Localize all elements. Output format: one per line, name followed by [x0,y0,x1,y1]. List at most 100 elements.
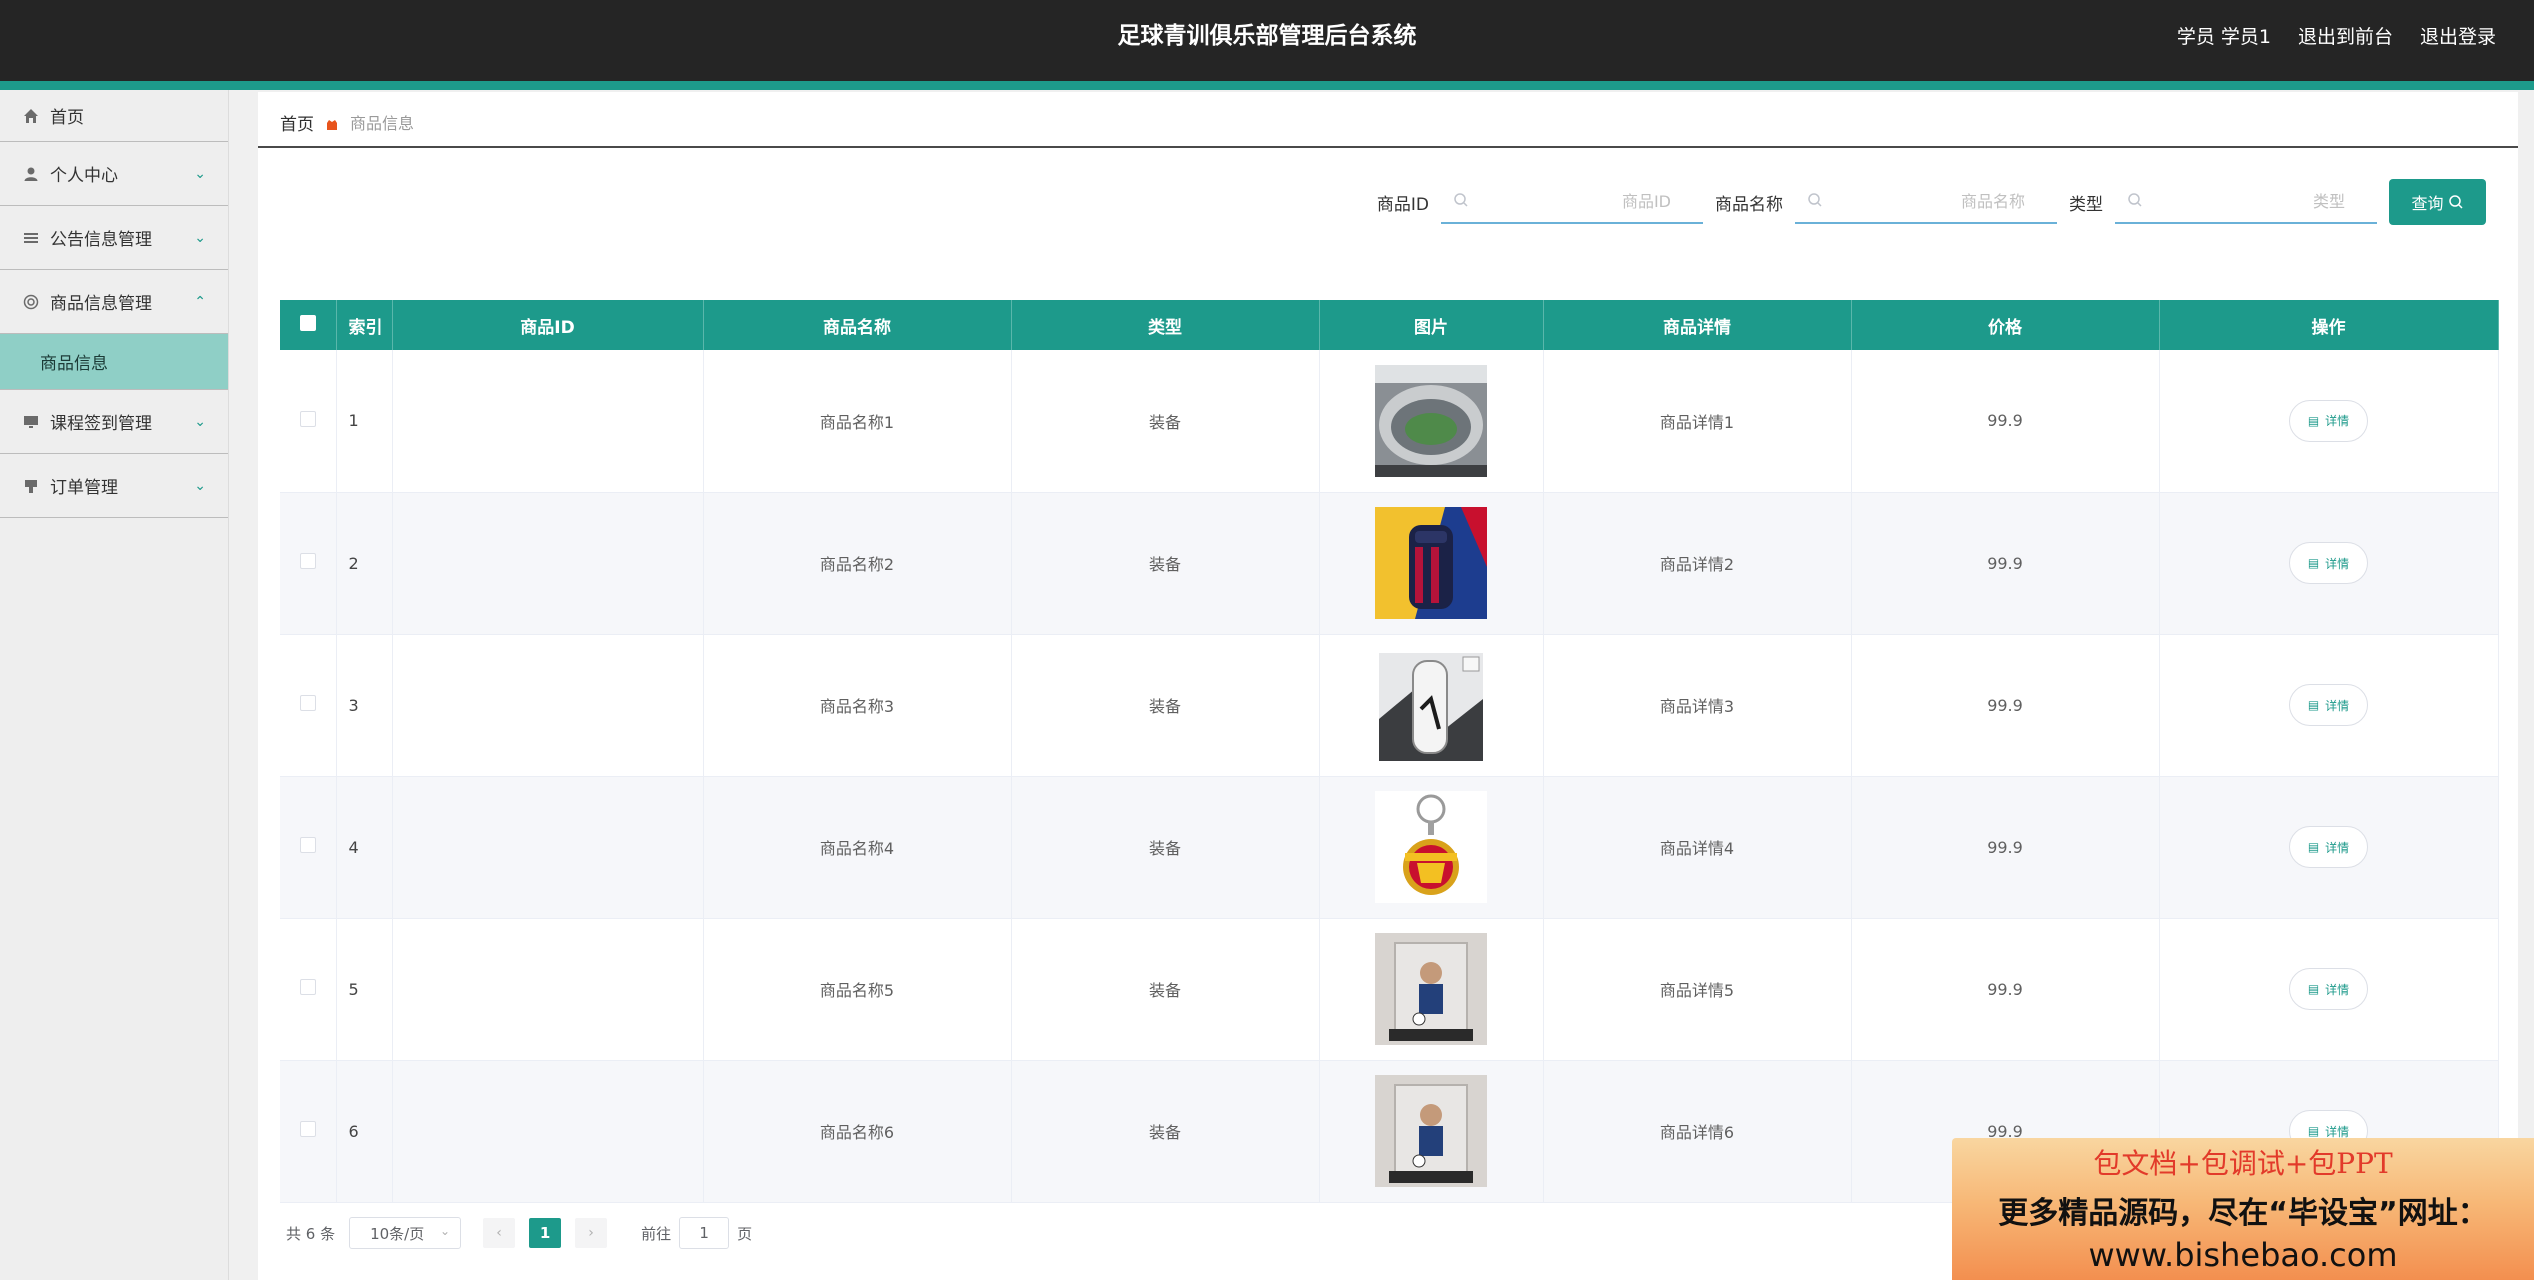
breadcrumb: 首页 商品信息 [280,110,415,135]
action-cell: ▤ 详情 [2159,634,2499,777]
type-cell: 装备 [1011,634,1320,777]
row-checkbox[interactable] [299,1121,316,1137]
sidebar-item-label: 首页 [50,108,84,128]
price-cell: 99.9 [1851,492,2160,635]
detail-button[interactable]: ▤ 详情 [2288,542,2369,584]
action-cell: ▤ 详情 [2159,492,2499,635]
sidebar-item-label: 商品信息 [40,354,108,374]
figure-image [1375,1075,1487,1187]
goods-id-cell [392,918,704,1061]
type-cell: 装备 [1011,776,1320,919]
page-unit-label: 页 [737,1224,753,1243]
row-checkbox[interactable] [299,695,316,711]
breadcrumb-separator-icon [326,116,338,130]
page-number-button[interactable]: 1 [529,1218,562,1248]
table-row: 5 商品名称5 装备 商品详情5 99.9 ▤ 详情 [280,918,2499,1061]
detail-button[interactable]: ▤ 详情 [2288,399,2369,442]
document-icon: ▤ [2307,1124,2320,1138]
breadcrumb-current: 商品信息 [350,114,415,133]
goods-name-cell: 商品名称1 [703,350,1012,493]
goto-label: 前往 [641,1224,672,1243]
column-header: 索引 [336,300,393,350]
detail-button[interactable]: ▤ 详情 [2288,968,2369,1010]
row-checkbox[interactable] [299,979,316,995]
sidebar-item-orders[interactable]: 订单管理 ⌄ [0,454,228,518]
select-all-checkbox[interactable] [299,314,316,331]
list-icon [22,229,40,247]
sidebar-item-home[interactable]: 首页 [0,90,228,142]
goods-icon [22,293,40,311]
row-index: 1 [336,350,393,493]
pagination: 共 6 条 10条/页 ⌄ ‹ 1 › 前往 页 [286,1216,752,1250]
goods-detail-cell: 商品详情1 [1543,350,1852,493]
back-to-front-link[interactable]: 退出到前台 [2298,22,2393,49]
row-index: 5 [336,918,393,1061]
action-cell: ▤ 详情 [2159,918,2499,1061]
sidebar-item-label: 个人中心 [50,166,118,186]
detail-button-label: 详情 [2325,840,2350,855]
sidebar-subitem-goods-info[interactable]: 商品信息 [0,334,228,390]
row-index: 2 [336,492,393,635]
top-header: 足球青训俱乐部管理后台系统 学员 学员1 退出到前台 退出登录 [0,0,2534,81]
goods-name-input[interactable] [1795,180,2057,222]
goods-name-cell: 商品名称6 [703,1060,1012,1203]
search-icon [2128,193,2142,207]
breadcrumb-home[interactable]: 首页 [280,110,314,135]
price-cell: 99.9 [1851,350,2160,493]
goods-name-field [1795,180,2057,224]
document-icon: ▤ [2307,982,2320,996]
logout-link[interactable]: 退出登录 [2420,22,2496,49]
goods-id-field [1441,180,1703,224]
sidebar-item-announcements[interactable]: 公告信息管理 ⌄ [0,206,228,270]
next-page-button[interactable]: › [575,1218,608,1248]
row-index: 6 [336,1060,393,1203]
goods-id-label: 商品ID [1376,194,1429,215]
document-icon: ▤ [2307,556,2320,570]
search-icon [2448,195,2463,209]
column-header: 类型 [1011,300,1320,350]
prev-page-button[interactable]: ‹ [483,1218,516,1248]
order-icon [22,477,40,495]
chevron-up-icon: ⌃ [194,293,206,310]
sidebar: 首页 个人中心 ⌄ 公告信息管理 ⌄ 商品信息管理 ⌃ 商品信息 课程签到管理 … [0,90,229,1280]
chevron-down-icon: ⌄ [194,229,206,246]
goto-page-input[interactable] [679,1217,730,1249]
type-field [2115,180,2377,224]
detail-button-label: 详情 [2325,556,2350,571]
image-cell [1319,634,1544,777]
type-cell: 装备 [1011,492,1320,635]
sidebar-item-personal-center[interactable]: 个人中心 ⌄ [0,142,228,206]
type-cell: 装备 [1011,918,1320,1061]
detail-button[interactable]: ▤ 详情 [2288,684,2369,726]
goods-name-cell: 商品名称2 [703,492,1012,635]
document-icon: ▤ [2307,698,2320,712]
sidebar-item-label: 商品信息管理 [50,294,152,314]
detail-button[interactable]: ▤ 详情 [2288,826,2369,868]
row-checkbox[interactable] [299,553,316,569]
goods-name-cell: 商品名称5 [703,918,1012,1061]
table-header-row: 索引 商品ID 商品名称 类型 图片 商品详情 价格 操作 [280,300,2499,350]
goods-detail-cell: 商品详情5 [1543,918,1852,1061]
sidebar-item-goods-management[interactable]: 商品信息管理 ⌃ [0,270,228,334]
goods-detail-cell: 商品详情3 [1543,634,1852,777]
row-checkbox[interactable] [299,410,316,427]
goods-name-cell: 商品名称3 [703,634,1012,777]
row-checkbox[interactable] [299,837,316,853]
table-row: 3 商品名称3 装备 商品详情3 99.9 ▤ 详情 [280,634,2499,777]
column-header: 商品详情 [1543,300,1852,350]
ad-line-1: 包文档+包调试+包PPT [2093,1147,2393,1180]
ad-line-2: 更多精品源码，尽在“毕设宝”网址： [1998,1196,2488,1231]
monitor-icon [22,413,40,431]
image-cell [1319,492,1544,635]
current-user[interactable]: 学员 学员1 [2177,22,2271,49]
goods-id-input[interactable] [1441,180,1703,222]
type-input[interactable] [2115,180,2377,222]
user-icon [22,165,40,183]
query-button[interactable]: 查询 [2389,179,2486,225]
goods-id-cell [392,1060,704,1203]
detail-button-label: 详情 [2325,1124,2350,1139]
sidebar-item-course-checkin[interactable]: 课程签到管理 ⌄ [0,390,228,454]
page-size-select[interactable]: 10条/页 ⌄ [349,1217,462,1249]
ad-line-3: www.bishebao.com [2088,1236,2398,1274]
goods-id-cell [392,350,704,493]
